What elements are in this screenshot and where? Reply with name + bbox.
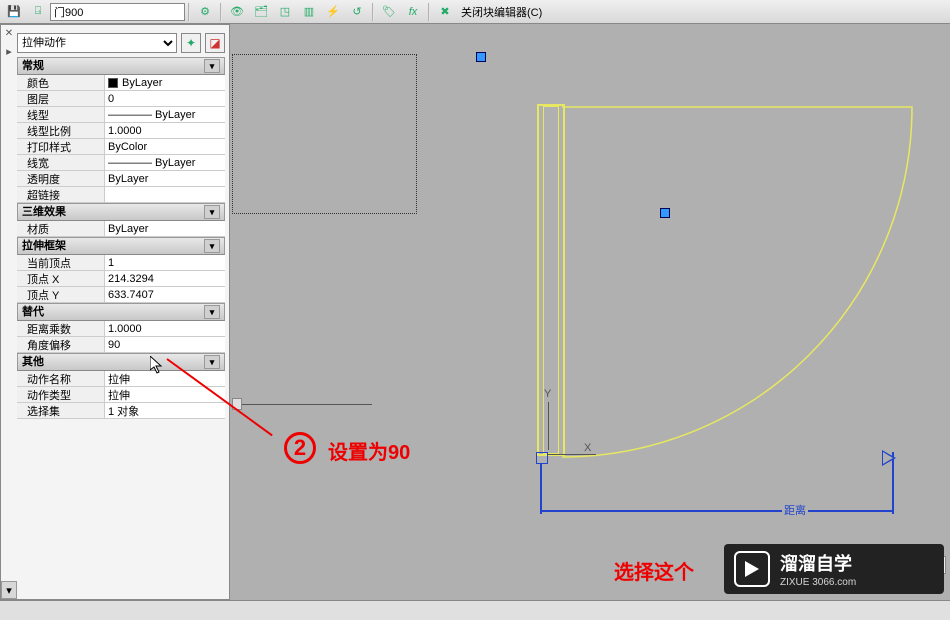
property-row[interactable]: 动作类型 拉伸: [17, 387, 225, 403]
quick-select-icon[interactable]: ✦: [181, 33, 201, 53]
property-value[interactable]: 214.3294: [105, 271, 225, 286]
property-label: 打印样式: [17, 139, 105, 154]
property-row[interactable]: 顶点 Y 633.7407: [17, 287, 225, 303]
constraint-icon[interactable]: 🏷: [378, 2, 400, 22]
section-header[interactable]: 替代▾: [17, 303, 225, 321]
selection-type-select[interactable]: 拉伸动作: [17, 33, 177, 53]
watermark-brand: 溜溜自学 ZIXUE 3066.com: [724, 544, 944, 594]
properties-panel: ✕ ▸ ▾ 拉伸动作 ✦ ◪ 常规▾颜色 ByLayer图层 0线型 ———— …: [0, 24, 230, 600]
close-editor-icon[interactable]: ✖: [434, 2, 456, 22]
property-row[interactable]: 超链接: [17, 187, 225, 203]
property-value[interactable]: ByLayer: [105, 221, 225, 236]
property-label: 角度偏移: [17, 337, 105, 352]
property-value[interactable]: 1.0000: [105, 123, 225, 138]
property-value[interactable]: ———— ByLayer: [105, 155, 225, 170]
property-label: 线型比例: [17, 123, 105, 138]
toolbar-icon-e[interactable]: ↺: [346, 2, 368, 22]
property-row[interactable]: 颜色 ByLayer: [17, 75, 225, 91]
property-label: 选择集: [17, 403, 105, 418]
property-label: 动作类型: [17, 387, 105, 402]
block-editor-toolbar: 💾 ⍈ ⚙ 👁 🗂 ◳ ▥ ⚡ ↺ 🏷 fx ✖ 关闭块编辑器(C): [0, 0, 950, 24]
door-leaf-inner: [543, 106, 559, 454]
play-icon: [734, 551, 770, 587]
dim-tick-left: [540, 464, 542, 514]
status-bar: [0, 600, 950, 620]
property-row[interactable]: 透明度 ByLayer: [17, 171, 225, 187]
property-value[interactable]: ByLayer: [105, 75, 225, 90]
property-label: 颜色: [17, 75, 105, 90]
property-value[interactable]: ———— ByLayer: [105, 107, 225, 122]
panel-close-icon[interactable]: ✕: [1, 25, 17, 41]
property-label: 超链接: [17, 187, 105, 202]
dimension-label: 距离: [782, 502, 808, 518]
section-header[interactable]: 三维效果▾: [17, 203, 225, 221]
property-value[interactable]: [105, 187, 225, 202]
fx-icon[interactable]: fx: [402, 2, 424, 22]
section-header[interactable]: 拉伸框架▾: [17, 237, 225, 255]
triangle-grip[interactable]: [882, 450, 896, 466]
toolbar-icon-b[interactable]: ◳: [274, 2, 296, 22]
property-value[interactable]: ByColor: [105, 139, 225, 154]
property-label: 顶点 Y: [17, 287, 105, 302]
toolbar-icon-d[interactable]: ⚡: [322, 2, 344, 22]
property-label: 顶点 X: [17, 271, 105, 286]
property-label: 线宽: [17, 155, 105, 170]
section-header[interactable]: 其他▾: [17, 353, 225, 371]
property-row[interactable]: 图层 0: [17, 91, 225, 107]
property-value[interactable]: 1 对象: [105, 403, 225, 418]
property-value[interactable]: 90: [105, 337, 225, 352]
annotation-select-text: 选择这个: [614, 556, 694, 585]
panel-pin-icon[interactable]: ▸: [1, 43, 17, 59]
property-value[interactable]: ByLayer: [105, 171, 225, 186]
property-label: 动作名称: [17, 371, 105, 386]
property-row[interactable]: 材质 ByLayer: [17, 221, 225, 237]
property-value[interactable]: 1.0000: [105, 321, 225, 336]
property-row[interactable]: 角度偏移 90: [17, 337, 225, 353]
property-label: 材质: [17, 221, 105, 236]
drawing-canvas[interactable]: Y X 距离 2 设置为90 选择这个 ◪: [232, 24, 950, 600]
grip-top-left[interactable]: [476, 52, 486, 62]
panel-options-icon[interactable]: ▾: [1, 581, 17, 599]
properties-tree: 常规▾颜色 ByLayer图层 0线型 ———— ByLayer线型比例 1.0…: [17, 57, 225, 419]
property-row[interactable]: 打印样式 ByColor: [17, 139, 225, 155]
property-row[interactable]: 线型比例 1.0000: [17, 123, 225, 139]
property-label: 距离乘数: [17, 321, 105, 336]
property-value[interactable]: 0: [105, 91, 225, 106]
property-label: 当前顶点: [17, 255, 105, 270]
palette-icon[interactable]: 🗂: [250, 2, 272, 22]
property-label: 透明度: [17, 171, 105, 186]
origin-grip[interactable]: [536, 452, 548, 464]
property-label: 图层: [17, 91, 105, 106]
property-row[interactable]: 线宽 ———— ByLayer: [17, 155, 225, 171]
property-row[interactable]: 当前顶点 1: [17, 255, 225, 271]
saveas-block-icon[interactable]: ⍈: [27, 2, 49, 22]
select-objects-icon[interactable]: ◪: [205, 33, 225, 53]
property-row[interactable]: 选择集 1 对象: [17, 403, 225, 419]
block-name-input[interactable]: [50, 3, 185, 21]
save-block-icon[interactable]: 💾: [3, 2, 25, 22]
property-label: 线型: [17, 107, 105, 122]
dimension-line[interactable]: [540, 510, 894, 512]
toolbar-icon-a[interactable]: ⚙: [194, 2, 216, 22]
property-value[interactable]: 拉伸: [105, 371, 225, 386]
property-row[interactable]: 顶点 X 214.3294: [17, 271, 225, 287]
stretch-frame: [232, 54, 417, 214]
section-header[interactable]: 常规▾: [17, 57, 225, 75]
annotation-step-circle: 2: [284, 432, 316, 464]
annotation-step-text: 设置为90: [328, 436, 410, 465]
toolbar-icon-c[interactable]: ▥: [298, 2, 320, 22]
property-row[interactable]: 线型 ———— ByLayer: [17, 107, 225, 123]
property-value[interactable]: 633.7407: [105, 287, 225, 302]
close-editor-label[interactable]: 关闭块编辑器(C): [461, 4, 542, 20]
door-swing-arc: [532, 102, 932, 502]
property-value[interactable]: 1: [105, 255, 225, 270]
visibility-icon[interactable]: 👁: [226, 2, 248, 22]
property-row[interactable]: 距离乘数 1.0000: [17, 321, 225, 337]
